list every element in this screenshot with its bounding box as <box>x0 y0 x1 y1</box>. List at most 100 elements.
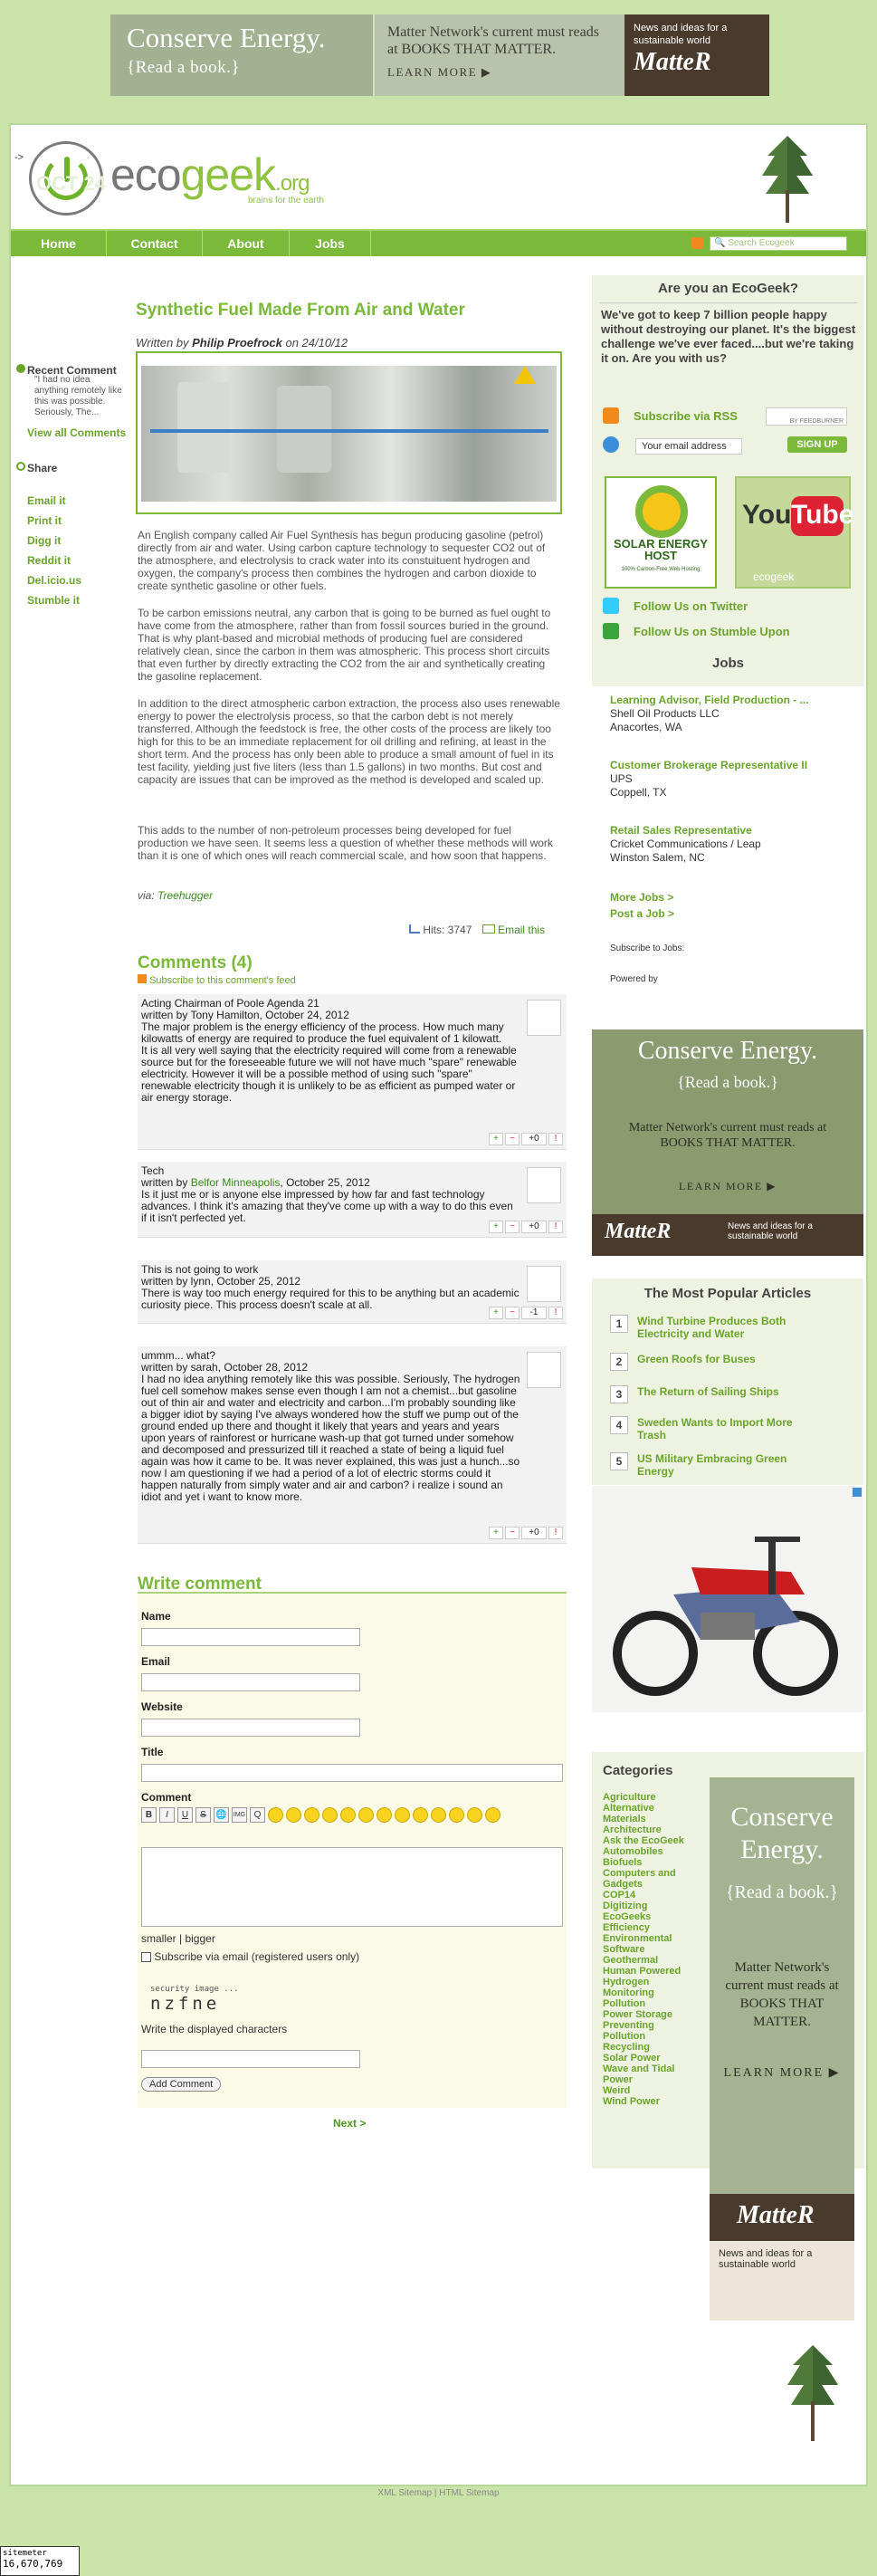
category-link[interactable]: Ask the EcoGeek <box>603 1835 702 1846</box>
category-link[interactable]: Agriculture <box>603 1792 656 1803</box>
smiley-icon[interactable] <box>449 1807 464 1823</box>
popular-title[interactable]: The Return of Sailing Ships <box>637 1385 818 1403</box>
job-title[interactable]: Customer Brokerage Representative II <box>610 759 807 771</box>
article-title[interactable]: Synthetic Fuel Made From Air and Water <box>136 301 465 321</box>
comment-textarea[interactable] <box>141 1847 563 1927</box>
subscribe-checkbox[interactable] <box>141 1952 151 1963</box>
captcha-input[interactable] <box>141 2050 360 2068</box>
more-jobs-link[interactable]: More Jobs > <box>610 891 673 905</box>
share-digg-link[interactable]: Digg it <box>27 534 61 547</box>
quote-button[interactable]: Q <box>250 1807 265 1823</box>
author-link[interactable]: Philip Proefrock <box>192 336 282 350</box>
category-link[interactable]: Pollution <box>603 1998 645 2009</box>
smiley-icon[interactable] <box>485 1807 500 1823</box>
subscribe-checkbox-row[interactable]: Subscribe via email (registered users on… <box>141 1950 359 1963</box>
popular-title[interactable]: Green Roofs for Buses <box>637 1353 818 1371</box>
email-input[interactable] <box>141 1673 360 1691</box>
conserve-energy-ad[interactable]: Conserve Energy. {Read a book.} Matter N… <box>592 1029 863 1256</box>
category-link[interactable]: Power Storage <box>603 2009 672 2020</box>
vote-down-button[interactable]: − <box>505 1221 520 1233</box>
comment-author-link[interactable]: Belfor Minneapolis <box>191 1176 281 1189</box>
follow-stumble-link[interactable]: Follow Us on Stumble Upon <box>634 625 790 638</box>
smiley-icon[interactable] <box>467 1807 482 1823</box>
title-input[interactable] <box>141 1764 563 1782</box>
category-link[interactable]: Preventing Pollution <box>603 2020 693 2042</box>
via-link[interactable]: Treehugger <box>157 889 213 902</box>
report-button[interactable]: ! <box>548 1307 563 1319</box>
smiley-icon[interactable] <box>431 1807 446 1823</box>
site-logo-text[interactable]: ecogeek.org <box>110 148 310 201</box>
category-link[interactable]: Efficiency <box>603 1922 650 1933</box>
job-title[interactable]: Retail Sales Representative <box>610 824 752 837</box>
sitemeter-badge[interactable]: sitemeter 16,670,769 <box>0 2546 80 2576</box>
link-button[interactable]: 🌐 <box>214 1807 229 1823</box>
share-print-link[interactable]: Print it <box>27 514 62 527</box>
popular-item[interactable]: 4 Sweden Wants to Import More Trash <box>610 1416 818 1441</box>
vote-up-button[interactable]: + <box>489 1307 503 1319</box>
share-delicious-link[interactable]: Del.icio.us <box>27 574 81 587</box>
job-item[interactable]: Customer Brokerage Representative II UPS… <box>610 759 807 800</box>
smiley-icon[interactable] <box>304 1807 319 1823</box>
feedburner-badge[interactable]: BY FEEDBURNER <box>766 407 847 426</box>
next-page-link[interactable]: Next > <box>333 2117 366 2130</box>
vote-up-button[interactable]: + <box>489 1133 503 1145</box>
popular-item[interactable]: 5 US Military Embracing Green Energy <box>610 1452 818 1478</box>
smiley-icon[interactable] <box>322 1807 338 1823</box>
image-button[interactable]: IMG <box>232 1807 247 1823</box>
textarea-size-links[interactable]: smaller | bigger <box>141 1932 215 1945</box>
category-link[interactable]: COP14 <box>603 1890 635 1901</box>
ad-learn-more[interactable]: LEARN MORE ▶ <box>710 2065 854 2081</box>
popular-item[interactable]: 1 Wind Turbine Produces Both Electricity … <box>610 1315 818 1340</box>
dirt-bike-ad[interactable] <box>592 1486 863 1712</box>
job-title[interactable]: Learning Advisor, Field Production - ... <box>610 694 809 706</box>
twitter-icon[interactable] <box>603 598 619 614</box>
popular-item[interactable]: 3 The Return of Sailing Ships <box>610 1385 818 1403</box>
share-email-link[interactable]: Email it <box>27 494 66 507</box>
category-link[interactable]: Geothermal <box>603 1955 658 1966</box>
category-link[interactable]: Biofuels <box>603 1857 642 1868</box>
category-link[interactable]: Weird <box>603 2085 630 2096</box>
top-banner-ad[interactable]: Conserve Energy. {Read a book.} Matter N… <box>110 14 769 96</box>
name-input[interactable] <box>141 1628 360 1646</box>
vote-down-button[interactable]: − <box>505 1527 520 1539</box>
job-item[interactable]: Retail Sales Representative Cricket Comm… <box>610 824 761 865</box>
category-link[interactable]: Wind Power <box>603 2096 660 2107</box>
vote-up-button[interactable]: + <box>489 1527 503 1539</box>
xml-sitemap-link[interactable]: XML Sitemap <box>377 2488 432 2498</box>
html-sitemap-link[interactable]: HTML Sitemap <box>439 2488 499 2498</box>
signup-button[interactable]: SIGN UP <box>787 436 847 453</box>
post-job-link[interactable]: Post a Job > <box>610 907 674 921</box>
smiley-icon[interactable] <box>358 1807 374 1823</box>
popular-item[interactable]: 2 Green Roofs for Buses <box>610 1353 818 1371</box>
vote-down-button[interactable]: − <box>505 1133 520 1145</box>
category-link[interactable]: Wave and Tidal Power <box>603 2064 684 2085</box>
category-link[interactable]: Automobiles <box>603 1846 663 1857</box>
ad-choices-icon[interactable] <box>853 1488 862 1497</box>
view-all-comments-link[interactable]: View all Comments <box>27 426 126 439</box>
follow-twitter-link[interactable]: Follow Us on Twitter <box>634 599 748 613</box>
nav-about[interactable]: About <box>203 231 290 256</box>
report-button[interactable]: ! <box>548 1133 563 1145</box>
search-input[interactable]: 🔍 Search Ecogeek <box>710 236 847 251</box>
job-item[interactable]: Learning Advisor, Field Production - ...… <box>610 694 809 734</box>
category-link[interactable]: Architecture <box>603 1824 662 1835</box>
add-comment-button[interactable]: Add Comment <box>141 2077 222 2092</box>
popular-title[interactable]: Wind Turbine Produces Both Electricity a… <box>637 1315 818 1340</box>
underline-button[interactable]: U <box>177 1807 193 1823</box>
popular-title[interactable]: US Military Embracing Green Energy <box>637 1452 818 1478</box>
category-link[interactable]: Recycling <box>603 2042 650 2053</box>
nav-home[interactable]: Home <box>11 231 107 256</box>
category-link[interactable]: Environmental Software <box>603 1933 693 1955</box>
strike-button[interactable]: S <box>195 1807 211 1823</box>
nav-jobs[interactable]: Jobs <box>290 231 371 256</box>
recent-comment-text[interactable]: "I had no idea anything remotely like th… <box>34 375 125 418</box>
solar-energy-host-ad[interactable]: SOLAR ENERGY HOST 100% Carbon-Free Web H… <box>605 476 717 589</box>
category-link[interactable]: Solar Power <box>603 2053 661 2064</box>
smiley-icon[interactable] <box>413 1807 428 1823</box>
category-link[interactable]: Digitizing <box>603 1901 648 1911</box>
category-link[interactable]: EcoGeeks <box>603 1911 651 1922</box>
newsletter-email-input[interactable]: Your email address <box>635 438 742 455</box>
popular-title[interactable]: Sweden Wants to Import More Trash <box>637 1416 818 1441</box>
smiley-icon[interactable] <box>395 1807 410 1823</box>
nav-contact[interactable]: Contact <box>107 231 203 256</box>
